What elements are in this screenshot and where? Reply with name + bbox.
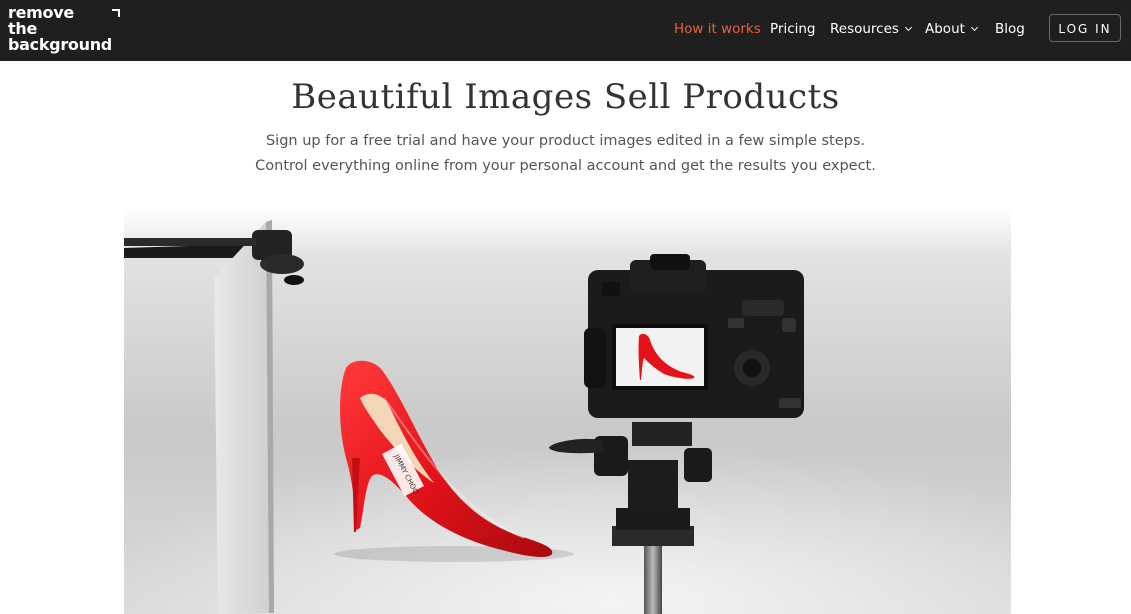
- page-title: Beautiful Images Sell Products: [291, 77, 840, 117]
- top-nav-bar: remove the background How it works Prici…: [0, 0, 1131, 61]
- login-button[interactable]: LOG IN: [1049, 14, 1121, 42]
- nav-item-how-it-works[interactable]: How it works: [674, 21, 761, 37]
- subtitle-line-2: Control everything online from your pers…: [255, 158, 876, 174]
- nav-item-about-label: About: [925, 21, 965, 37]
- hero-photo: JIMMY CHOO: [124, 208, 1011, 614]
- nav-item-about[interactable]: About: [925, 21, 978, 37]
- main-nav: How it works Pricing Resources About Blo…: [0, 0, 1131, 61]
- nav-item-blog[interactable]: Blog: [995, 21, 1025, 37]
- nav-item-resources-label: Resources: [830, 21, 899, 37]
- chevron-down-icon: [904, 23, 912, 32]
- nav-item-resources[interactable]: Resources: [830, 21, 912, 37]
- subtitle-line-1: Sign up for a free trial and have your p…: [265, 133, 866, 149]
- chevron-down-icon: [970, 23, 978, 32]
- nav-item-pricing[interactable]: Pricing: [770, 21, 816, 37]
- camera: [584, 254, 804, 418]
